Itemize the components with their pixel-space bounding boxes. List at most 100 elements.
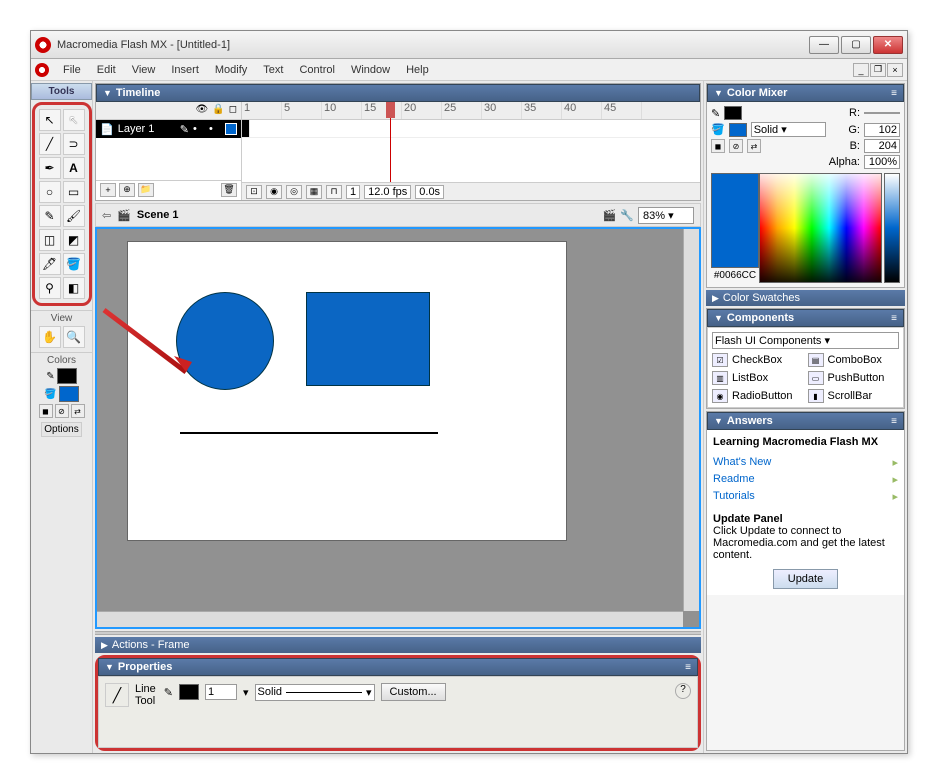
pen-tool[interactable]: ✒ (39, 157, 61, 179)
onion-outline-button[interactable]: ◎ (286, 185, 302, 199)
oval-tool[interactable]: ○ (39, 181, 61, 203)
rectangle-shape[interactable] (306, 292, 430, 386)
answers-link-tutorials[interactable]: Tutorials▸ (713, 488, 898, 505)
color-mixer-header[interactable]: ▼ Color Mixer ≡ (707, 84, 904, 102)
frames-area[interactable]: 1 5 10 15 20 25 30 35 40 45 (242, 102, 700, 200)
fill-swatch[interactable] (729, 123, 747, 137)
default-colors-button[interactable]: ◼ (39, 404, 53, 418)
arrow-tool[interactable]: ↖ (39, 109, 61, 131)
show-hide-column-icon[interactable]: 👁 (196, 104, 209, 117)
hand-tool[interactable]: ✋ (39, 326, 61, 348)
zoom-tool[interactable]: 🔍 (63, 326, 85, 348)
panel-menu-icon[interactable]: ≡ (685, 662, 691, 673)
menu-file[interactable]: File (55, 64, 89, 76)
menu-view[interactable]: View (124, 64, 164, 76)
outline-column-icon[interactable]: ◻ (229, 104, 237, 117)
menu-edit[interactable]: Edit (89, 64, 124, 76)
free-transform-tool[interactable]: ◫ (39, 229, 61, 251)
swap-colors-button[interactable]: ⇄ (747, 139, 761, 153)
menu-control[interactable]: Control (291, 64, 342, 76)
ink-bottle-tool[interactable]: 🖋 (39, 253, 61, 275)
component-checkbox[interactable]: ☑CheckBox (712, 353, 804, 367)
titlebar[interactable]: Macromedia Flash MX - [Untitled-1] — ▢ ✕ (31, 31, 907, 59)
color-spectrum[interactable] (759, 173, 882, 283)
zoom-select[interactable]: 83% ▾ (638, 207, 694, 224)
stroke-swatch[interactable] (724, 106, 742, 120)
line-shape[interactable] (180, 432, 438, 434)
stroke-color-swatch[interactable] (57, 368, 77, 384)
timeline-header[interactable]: ▼ Timeline (96, 84, 700, 102)
delete-layer-button[interactable]: 🗑 (221, 183, 237, 197)
modify-onion-button[interactable]: ⊓ (326, 185, 342, 199)
default-colors-button[interactable]: ◼ (711, 139, 725, 153)
fill-type-select[interactable]: Solid ▾ (751, 122, 826, 137)
component-scrollbar[interactable]: ▮ScrollBar (808, 389, 900, 403)
lasso-tool[interactable]: ⊃ (63, 133, 85, 155)
stroke-color-picker[interactable] (179, 684, 199, 700)
stroke-style-select[interactable]: Solid▾ (255, 684, 375, 701)
edit-scene-button[interactable]: 🎬 (603, 209, 617, 222)
component-combobox[interactable]: ▤ComboBox (808, 353, 900, 367)
properties-header[interactable]: ▼ Properties ≡ (98, 658, 698, 676)
fill-transform-tool[interactable]: ◩ (63, 229, 85, 251)
swap-colors-button[interactable]: ⇄ (71, 404, 85, 418)
hex-value[interactable]: #0066CC (711, 268, 759, 283)
stroke-weight-stepper[interactable]: ▾ (243, 686, 249, 699)
edit-multiple-button[interactable]: ▦ (306, 185, 322, 199)
pencil-tool[interactable]: ✎ (39, 205, 61, 227)
component-listbox[interactable]: ▥ListBox (712, 371, 804, 385)
rectangle-tool[interactable]: ▭ (63, 181, 85, 203)
panel-menu-icon[interactable]: ≡ (891, 313, 897, 324)
alpha-field[interactable]: 100% (864, 155, 900, 169)
lock-column-icon[interactable]: 🔒 (212, 104, 224, 117)
answers-link-readme[interactable]: Readme▸ (713, 471, 898, 488)
color-swatches-header[interactable]: ▶ Color Swatches (706, 290, 905, 306)
vertical-scrollbar[interactable] (683, 229, 699, 611)
help-icon[interactable]: ? (675, 683, 691, 699)
add-guide-button[interactable]: ⊕ (119, 183, 135, 197)
actions-panel-header[interactable]: ▶ Actions - Frame (95, 637, 701, 653)
b-field[interactable]: 204 (864, 139, 900, 153)
mdi-close-button[interactable]: × (887, 63, 903, 77)
mdi-restore-button[interactable]: ❐ (870, 63, 886, 77)
brush-tool[interactable]: 🖌 (63, 205, 85, 227)
scene-name[interactable]: Scene 1 (137, 209, 179, 221)
back-button[interactable]: ⇦ (102, 209, 111, 222)
component-set-select[interactable]: Flash UI Components ▾ (712, 332, 899, 349)
fill-color-swatch[interactable] (59, 386, 79, 402)
insert-folder-button[interactable]: 📁 (138, 183, 154, 197)
no-color-button[interactable]: ⊘ (729, 139, 743, 153)
panel-menu-icon[interactable]: ≡ (891, 88, 897, 99)
no-color-button[interactable]: ⊘ (55, 404, 69, 418)
oval-shape[interactable] (176, 292, 274, 390)
frame-ruler[interactable]: 1 5 10 15 20 25 30 35 40 45 (242, 102, 700, 120)
subselect-tool[interactable]: ↖ (63, 109, 85, 131)
horizontal-scrollbar[interactable] (97, 611, 683, 627)
component-radiobutton[interactable]: ◉RadioButton (712, 389, 804, 403)
components-header[interactable]: ▼ Components ≡ (707, 309, 904, 327)
text-tool[interactable]: A (63, 157, 85, 179)
paint-bucket-tool[interactable]: 🪣 (63, 253, 85, 275)
panel-divider[interactable] (95, 631, 701, 635)
eraser-tool[interactable]: ◧ (63, 277, 85, 299)
frame-track[interactable] (242, 120, 700, 138)
menu-insert[interactable]: Insert (163, 64, 207, 76)
panel-menu-icon[interactable]: ≡ (891, 416, 897, 427)
luminosity-bar[interactable] (884, 173, 900, 283)
edit-symbol-button[interactable]: 🔧 (620, 209, 634, 222)
stage-area[interactable] (95, 227, 701, 629)
answers-header[interactable]: ▼ Answers ≡ (707, 412, 904, 430)
maximize-button[interactable]: ▢ (841, 36, 871, 54)
answers-link-whatsnew[interactable]: What's New▸ (713, 454, 898, 471)
center-frame-button[interactable]: ⊡ (246, 185, 262, 199)
stage[interactable] (127, 241, 567, 541)
line-tool[interactable]: ╱ (39, 133, 61, 155)
mdi-minimize-button[interactable]: _ (853, 63, 869, 77)
layer-lock-dot[interactable]: • (209, 123, 221, 135)
keyframe[interactable] (242, 120, 250, 137)
menu-text[interactable]: Text (255, 64, 291, 76)
minimize-button[interactable]: — (809, 36, 839, 54)
stroke-weight-field[interactable]: 1 (205, 684, 237, 700)
g-field[interactable]: 102 (864, 123, 900, 137)
onion-skin-button[interactable]: ◉ (266, 185, 282, 199)
